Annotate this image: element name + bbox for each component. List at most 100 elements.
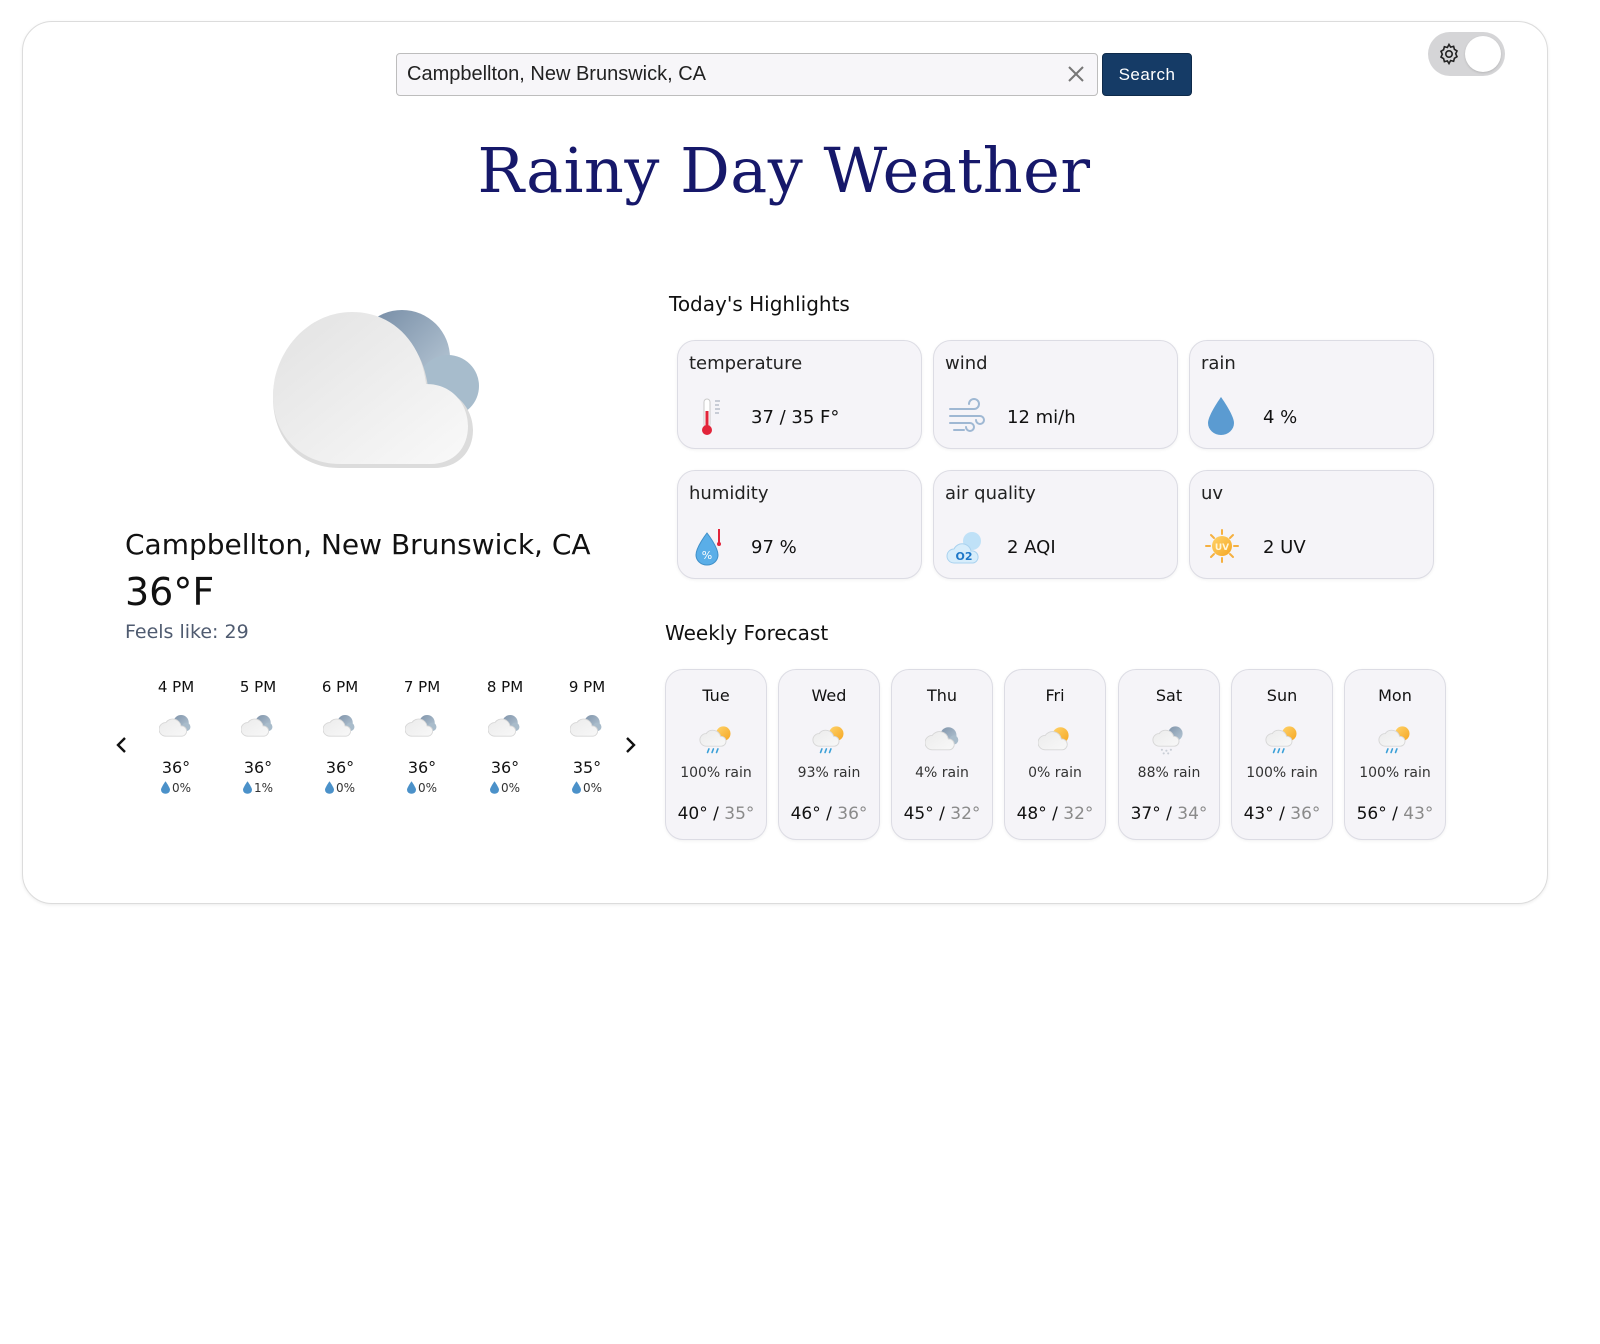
search-button[interactable]: Search <box>1102 53 1192 96</box>
day-low: 36° <box>837 804 868 824</box>
thermometer-icon <box>702 398 720 435</box>
air-quality-icon: O2 <box>946 532 981 564</box>
day-low: 35° <box>724 804 755 824</box>
day-temps: 45° / 32° <box>903 804 981 824</box>
cloudy-icon <box>570 712 604 740</box>
sun-cloud-rain-icon <box>1378 722 1414 756</box>
day-rain: 88% rain <box>1137 765 1201 781</box>
day-temps: 46° / 36° <box>790 804 868 824</box>
highlight-label: rain <box>1201 353 1236 374</box>
weekly-title: Weekly Forecast <box>665 621 829 645</box>
feels-like: Feels like: 29 <box>125 621 249 643</box>
day-low: 34° <box>1177 804 1208 824</box>
hour-item: 5 PM 36° 1% <box>217 676 299 795</box>
day-name: Mon <box>1378 686 1412 705</box>
hour-rain-value: 0% <box>500 781 521 795</box>
hour-time: 4 PM <box>157 678 195 696</box>
sun-cloud-rain-icon <box>699 722 735 756</box>
hour-rain-value: 0% <box>335 781 356 795</box>
day-high: 37° <box>1130 804 1161 824</box>
day-high: 45° <box>903 804 934 824</box>
day-name: Wed <box>811 686 847 705</box>
hour-item: 8 PM 36° 0% <box>464 676 546 795</box>
day-low: 32° <box>950 804 981 824</box>
cloudy-icon <box>241 712 275 740</box>
hourly-forecast: 4 PM 36° 0% 5 PM 36° 1% 6 PM 36° 0% 7 PM… <box>135 676 615 816</box>
day-rain: 100% rain <box>680 765 752 781</box>
day-card: Tue 100% rain 40° / 35° <box>665 669 767 840</box>
day-card: Mon 100% rain 56° / 43° <box>1344 669 1446 840</box>
highlight-card-air-quality: air quality O2 2 AQI <box>933 470 1178 579</box>
svg-text:%: % <box>702 549 712 562</box>
day-low: 36° <box>1290 804 1321 824</box>
day-low: 43° <box>1403 804 1434 824</box>
day-name: Sat <box>1155 686 1183 705</box>
highlight-label: humidity <box>689 483 769 504</box>
day-high: 56° <box>1356 804 1387 824</box>
page-title: Rainy Day Weather <box>477 134 1091 207</box>
sun-cloud-rain-icon <box>1265 722 1301 756</box>
day-card: Sat 88% rain 37° / 34° <box>1118 669 1220 840</box>
hour-rain-value: 0% <box>171 781 192 795</box>
day-high: 46° <box>790 804 821 824</box>
wind-icon <box>949 398 985 432</box>
day-name: Sun <box>1266 686 1298 705</box>
hour-rain: 0% <box>464 781 546 795</box>
day-name: Thu <box>926 686 958 705</box>
hour-rain: 0% <box>381 781 463 795</box>
search-input[interactable] <box>407 54 1047 95</box>
svg-text:UV: UV <box>1215 543 1229 553</box>
day-temps: 43° / 36° <box>1243 804 1321 824</box>
raindrop-icon <box>161 781 170 794</box>
hour-temp: 36° <box>407 758 437 777</box>
cloudy-icon <box>273 310 479 468</box>
day-temps: 37° / 34° <box>1130 804 1208 824</box>
day-name: Tue <box>702 686 730 705</box>
hour-temp: 36° <box>325 758 355 777</box>
day-temps: 56° / 43° <box>1356 804 1434 824</box>
highlight-value: 37 / 35 F° <box>751 407 840 428</box>
day-high: 48° <box>1016 804 1047 824</box>
day-name: Fri <box>1045 686 1065 705</box>
day-rain: 93% rain <box>797 765 861 781</box>
highlight-value: 2 AQI <box>1007 537 1056 558</box>
hour-rain: 0% <box>546 781 628 795</box>
highlight-value: 12 mi/h <box>1007 407 1076 428</box>
raindrop-icon <box>243 781 252 794</box>
day-high: 40° <box>677 804 708 824</box>
cloudy-icon <box>405 712 439 740</box>
theme-toggle[interactable] <box>1428 32 1505 76</box>
day-temps: 40° / 35° <box>677 804 755 824</box>
day-card: Wed 93% rain 46° / 36° <box>778 669 880 840</box>
search-box <box>396 53 1098 96</box>
day-card: Sun 100% rain 43° / 36° <box>1231 669 1333 840</box>
day-card: Fri 0% rain 48° / 32° <box>1004 669 1106 840</box>
toggle-knob <box>1465 36 1501 72</box>
raindrop-icon <box>572 781 581 794</box>
hour-time: 9 PM <box>568 678 606 696</box>
cloudy-icon <box>159 712 193 740</box>
hour-rain: 0% <box>135 781 217 795</box>
day-rain: 100% rain <box>1246 765 1318 781</box>
hour-temp: 36° <box>161 758 191 777</box>
clear-icon[interactable] <box>1065 63 1087 85</box>
highlights-title: Today's Highlights <box>669 292 850 316</box>
hour-time: 8 PM <box>486 678 524 696</box>
raindrop-icon <box>490 781 499 794</box>
day-rain: 100% rain <box>1359 765 1431 781</box>
humidity-icon: % <box>695 529 721 566</box>
highlight-value: 2 UV <box>1263 537 1306 558</box>
highlight-label: temperature <box>689 353 803 374</box>
raindrop-icon <box>325 781 334 794</box>
location-name: Campbellton, New Brunswick, CA <box>125 528 591 561</box>
highlight-card-rain: rain 4 % <box>1189 340 1434 449</box>
day-low: 32° <box>1063 804 1094 824</box>
chevron-left-icon[interactable] <box>112 733 132 757</box>
hour-item: 9 PM 35° 0% <box>546 676 628 795</box>
hour-rain-value: 0% <box>417 781 438 795</box>
highlight-card-humidity: humidity % 97 % <box>677 470 922 579</box>
highlight-card-temperature: temperature 37 / 35 F° <box>677 340 922 449</box>
hour-rain-value: 1% <box>253 781 274 795</box>
cloudy-icon <box>323 712 357 740</box>
hour-time: 7 PM <box>403 678 441 696</box>
